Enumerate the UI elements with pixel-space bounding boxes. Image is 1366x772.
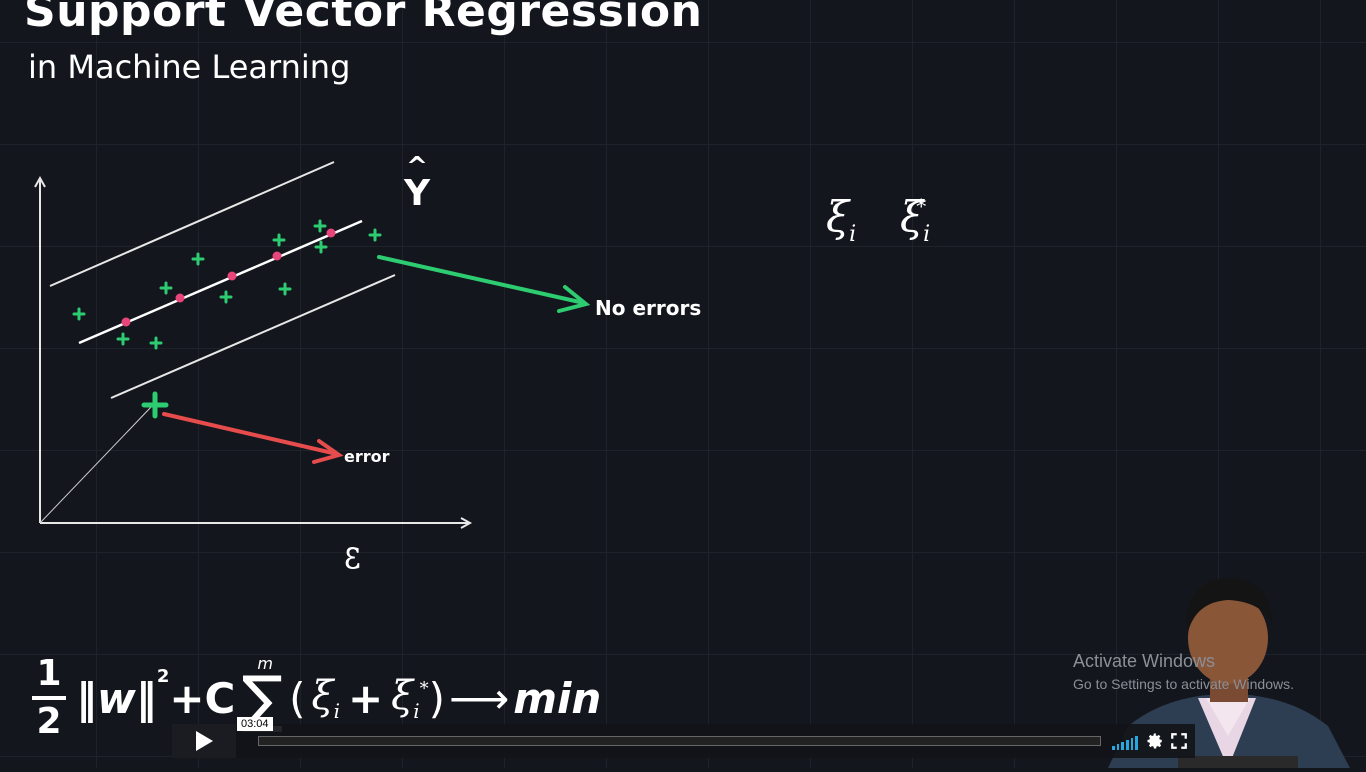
gear-icon[interactable] bbox=[1146, 732, 1164, 750]
min-label: min bbox=[513, 673, 602, 723]
xi-char: ξ bbox=[826, 192, 850, 241]
upper-margin-line bbox=[49, 161, 335, 287]
xi-subscript: i bbox=[333, 699, 340, 723]
support-point bbox=[121, 317, 131, 327]
denominator: 2 bbox=[36, 701, 62, 742]
xi-superscript: * bbox=[916, 194, 927, 218]
no-errors-label: No errors bbox=[595, 296, 702, 320]
support-point bbox=[326, 228, 336, 238]
xi-subscript: i bbox=[849, 222, 857, 247]
data-point bbox=[313, 219, 327, 233]
data-point bbox=[219, 290, 233, 304]
plus-sign: + bbox=[347, 673, 384, 723]
lower-margin-line bbox=[110, 274, 396, 399]
progress-bar[interactable] bbox=[258, 736, 1101, 746]
plus-c: +C bbox=[169, 673, 236, 723]
support-point bbox=[227, 271, 237, 281]
support-point bbox=[175, 293, 185, 303]
data-points bbox=[72, 219, 382, 419]
data-point bbox=[159, 281, 173, 295]
arrow: ⟶ bbox=[449, 673, 510, 723]
close-paren: ) bbox=[428, 673, 445, 723]
y-letter: Y bbox=[403, 173, 431, 214]
video-player-controls: 03:04 bbox=[172, 717, 1195, 758]
play-icon bbox=[196, 731, 213, 751]
error-label: error bbox=[344, 447, 390, 466]
data-point bbox=[191, 252, 205, 266]
error-arrow bbox=[162, 412, 344, 464]
xi-symbol: ξi bbox=[826, 192, 856, 247]
regression-line bbox=[78, 219, 363, 345]
activate-windows-watermark: Activate Windows Go to Settings to activ… bbox=[1073, 651, 1294, 692]
one-half-fraction: 1 2 bbox=[32, 656, 66, 740]
time-tooltip: 03:04 bbox=[237, 717, 273, 731]
outlier-guide-line bbox=[39, 405, 153, 524]
volume-icon[interactable] bbox=[1112, 734, 1139, 750]
epsilon-mark: ε bbox=[344, 532, 361, 578]
xi-subscript: i bbox=[413, 699, 420, 723]
open-paren: ( bbox=[289, 673, 306, 723]
progress-handle[interactable] bbox=[252, 733, 266, 749]
no-error-arrow bbox=[377, 255, 591, 313]
support-point bbox=[272, 251, 282, 261]
fullscreen-icon[interactable] bbox=[1170, 732, 1188, 750]
xi-subscript: i bbox=[923, 222, 931, 247]
squared: 2 bbox=[156, 666, 170, 687]
data-point bbox=[116, 332, 130, 346]
play-button[interactable] bbox=[172, 724, 236, 758]
xi-superscript: * bbox=[419, 678, 429, 700]
watermark-line1: Activate Windows bbox=[1073, 651, 1216, 671]
xi-char: ξ bbox=[391, 673, 414, 719]
data-point bbox=[72, 307, 86, 321]
fraction-bar bbox=[32, 696, 66, 700]
data-point bbox=[278, 282, 292, 296]
xi-star-term: ξi* bbox=[391, 673, 428, 723]
xi-term: ξi bbox=[312, 673, 340, 723]
xi-star-symbol: ξi* bbox=[900, 192, 930, 247]
data-point bbox=[314, 240, 328, 254]
sigma-upper: m bbox=[257, 653, 273, 673]
numerator: 1 bbox=[36, 653, 62, 694]
norm-w: ‖w‖ bbox=[76, 673, 157, 723]
xi-char: ξ bbox=[311, 673, 334, 719]
data-point bbox=[368, 228, 382, 242]
data-point bbox=[149, 336, 163, 350]
y-hat-label: ^ Y bbox=[400, 154, 434, 214]
data-point bbox=[272, 233, 286, 247]
watermark-line2: Go to Settings to activate Windows. bbox=[1073, 676, 1294, 692]
